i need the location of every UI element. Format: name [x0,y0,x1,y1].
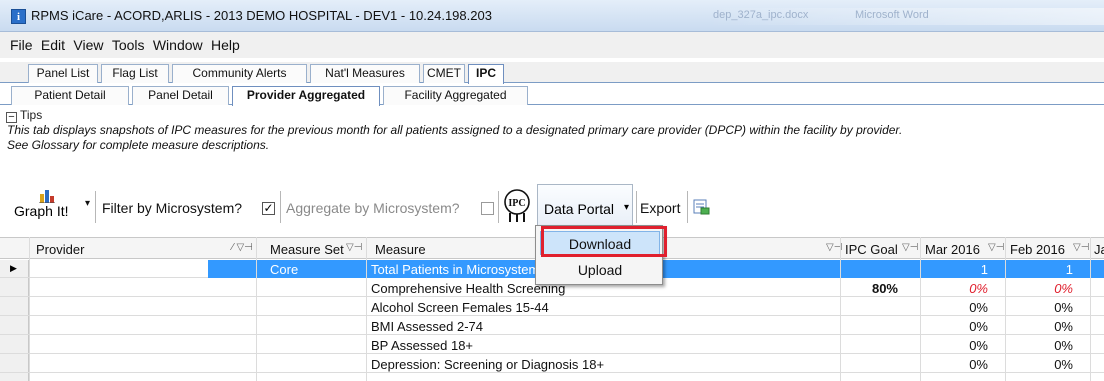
cell-measure: Total Patients in Microsystem [371,262,540,277]
tab-ipc[interactable]: IPC [468,64,504,84]
grid-divider [29,237,30,381]
toolbar-separator [636,191,637,223]
report-icon[interactable] [693,199,710,215]
annotation-highlight [541,226,667,257]
cell-mar: 1 [980,262,988,277]
cell-feb: 1 [1065,262,1073,277]
aggregate-microsystem-checkbox[interactable] [481,202,494,215]
menu-help[interactable]: Help [211,37,240,53]
cell-feb: 0% [1054,338,1073,353]
window-title: RPMS iCare - ACORD,ARLIS - 2013 DEMO HOS… [31,8,492,23]
grid-divider [840,237,841,381]
col-provider[interactable]: Provider [36,242,84,257]
menu-edit[interactable]: Edit [41,37,65,53]
toolbar-separator [498,191,499,223]
cell-feb: 0% [1054,319,1073,334]
cell-feb: 0% [1054,281,1073,296]
menu-window[interactable]: Window [153,37,203,53]
graph-it-label: Graph It! [14,203,69,219]
menu-item-upload[interactable]: Upload [540,258,660,282]
grid-divider [366,237,367,381]
tab-panel-list[interactable]: Panel List [28,64,98,83]
menu-view[interactable]: View [73,37,103,53]
menu-tools[interactable]: Tools [112,37,145,53]
grid-divider [920,237,921,381]
cell-goal: 80% [871,281,898,296]
tips-line-1: This tab displays snapshots of IPC measu… [7,123,903,137]
table-row[interactable]: BMI Assessed 2-74 0% 0% [0,317,1104,335]
background-window-title: dep_327a_ipc.docx Microsoft Word [705,8,1104,25]
tips-text: This tab displays snapshots of IPC measu… [7,123,1097,153]
ipc-logo-icon: IPC [504,189,530,222]
cell-mar: 0% [969,319,988,334]
cell-mar: 0% [969,281,988,296]
tips-label: Tips [20,108,43,122]
data-portal-label: Data Portal [544,201,615,217]
toolbar-separator [95,191,96,223]
cell-measure: BMI Assessed 2-74 [371,319,483,334]
filter-microsystem-checkbox[interactable]: ✓ [262,202,275,215]
tab-panel-detail[interactable]: Panel Detail [132,86,229,105]
table-row[interactable]: Depression: Screening or Diagnosis 18+ 0… [0,355,1104,373]
filter-icon[interactable]: ▽⊣ [902,242,918,253]
filter-icon[interactable]: ▽⊣ [988,242,1004,253]
background-app-name: Microsoft Word [855,9,929,21]
filter-microsystem-label: Filter by Microsystem? [102,200,243,216]
toolbar-separator [280,191,281,223]
col-measure-set[interactable]: Measure Set [270,242,344,257]
cell-feb: 0% [1054,357,1073,372]
graph-it-button[interactable]: Graph It! [14,186,84,230]
col-ipc-goal[interactable]: IPC Goal [845,242,898,257]
background-doc-name: dep_327a_ipc.docx [713,9,809,21]
tab-patient-detail[interactable]: Patient Detail [11,86,129,105]
cell-measure: Depression: Screening or Diagnosis 18+ [371,357,605,372]
tab-facility-aggregated[interactable]: Facility Aggregated [383,86,528,105]
tips-header[interactable]: − Tips [6,108,42,123]
cell-mar: 0% [969,338,988,353]
tab-flag-list[interactable]: Flag List [101,64,169,83]
cell-feb: 0% [1054,300,1073,315]
filter-icon[interactable]: ▽⊣ [1073,242,1089,253]
tips-line-2: See Glossary for complete measure descri… [7,138,270,152]
title-bar: i RPMS iCare - ACORD,ARLIS - 2013 DEMO H… [0,0,1104,32]
collapse-icon[interactable]: − [6,112,17,123]
table-row[interactable]: BP Assessed 18+ 0% 0% [0,336,1104,354]
tab-natl-measures[interactable]: Nat'l Measures [310,64,420,83]
cell-measure: BP Assessed 18+ [371,338,474,353]
bar-chart-icon [39,190,55,203]
tab-provider-aggregated[interactable]: Provider Aggregated [232,86,380,106]
sub-tab-strip: Patient Detail Panel Detail Provider Agg… [0,84,1104,106]
app-icon: i [11,9,26,24]
grid-divider [1090,237,1091,381]
col-jan-2016[interactable]: Ja [1094,242,1104,257]
col-mar-2016[interactable]: Mar 2016 [925,242,980,257]
tab-community-alerts[interactable]: Community Alerts [172,64,307,83]
filter-icon[interactable]: ⁄ ▽⊣ [232,242,253,253]
col-measure[interactable]: Measure [375,242,426,257]
grid-divider [256,237,257,381]
toolbar-separator [687,191,688,223]
tab-cmet[interactable]: CMET [423,64,465,83]
graph-dropdown-arrow[interactable]: ▾ [85,198,90,209]
col-feb-2016[interactable]: Feb 2016 [1010,242,1065,257]
main-tab-strip: Panel List Flag List Community Alerts Na… [0,62,1104,84]
export-button[interactable]: Export [640,200,680,216]
svg-text:IPC: IPC [508,198,525,209]
row-pointer-icon: ▶ [10,263,17,273]
grid-divider [1005,237,1006,381]
cell-mar: 0% [969,357,988,372]
menu-bar: File Edit View Tools Window Help [0,32,1104,58]
aggregate-microsystem-label: Aggregate by Microsystem? [286,200,460,216]
cell-measure-set: Core [270,262,299,277]
filter-icon[interactable]: ▽⊣ [346,242,362,253]
data-portal-button[interactable]: Data Portal ▾ [537,184,633,231]
table-row[interactable]: Alcohol Screen Females 15-44 0% 0% [0,298,1104,316]
cell-mar: 0% [969,300,988,315]
chevron-down-icon: ▾ [624,202,630,213]
menu-file[interactable]: File [10,37,33,53]
cell-measure: Alcohol Screen Females 15-44 [371,300,549,315]
